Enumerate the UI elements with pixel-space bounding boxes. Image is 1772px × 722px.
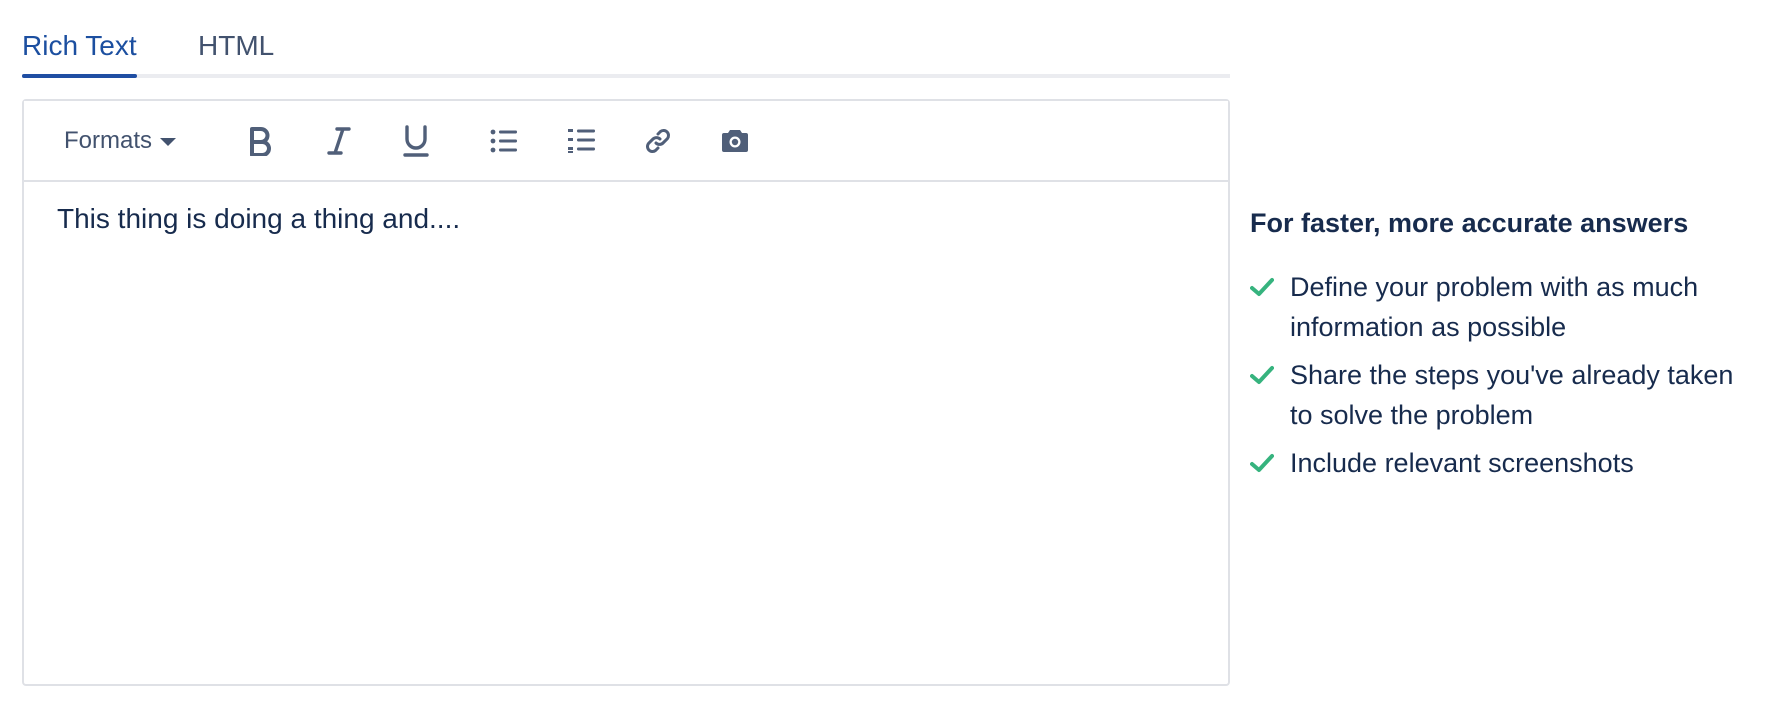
- bullet-list-button[interactable]: [482, 119, 526, 163]
- tip-item: Define your problem with as much informa…: [1250, 267, 1750, 347]
- tips-title: For faster, more accurate answers: [1250, 208, 1689, 238]
- bold-icon: [250, 127, 271, 156]
- check-icon: [1250, 278, 1274, 296]
- tip-item: Share the steps you've already taken to …: [1250, 355, 1750, 435]
- tips-panel: For faster, more accurate answers Define…: [1250, 205, 1750, 491]
- link-icon: [646, 129, 670, 153]
- editor-toolbar: Formats: [24, 101, 1228, 182]
- rich-text-editor: Formats This thing is doing a thing and.…: [22, 99, 1230, 686]
- tip-text: Share the steps you've already taken to …: [1290, 360, 1734, 430]
- tip-item: Include relevant screenshots: [1250, 443, 1750, 483]
- link-button[interactable]: [636, 119, 680, 163]
- image-button[interactable]: [713, 119, 757, 163]
- tab-html[interactable]: HTML: [198, 22, 274, 78]
- editor-tabs: Rich Text HTML: [22, 22, 1230, 78]
- formats-dropdown[interactable]: Formats: [64, 121, 177, 161]
- caret-down-icon: [160, 138, 177, 146]
- numbered-list-button[interactable]: [560, 119, 604, 163]
- underline-button[interactable]: [394, 119, 438, 163]
- bold-button[interactable]: [238, 119, 282, 163]
- formats-label: Formats: [64, 127, 153, 154]
- underline-icon: [403, 125, 429, 157]
- italic-icon: [327, 127, 351, 155]
- tip-text: Define your problem with as much informa…: [1290, 272, 1699, 342]
- bullet-list-icon: [490, 129, 517, 153]
- camera-icon: [722, 130, 748, 152]
- editor-page: Rich Text HTML Formats This thing is doi…: [0, 0, 1772, 722]
- check-icon: [1250, 366, 1274, 384]
- tab-rich-text[interactable]: Rich Text: [22, 22, 137, 78]
- editor-content[interactable]: This thing is doing a thing and....: [57, 201, 460, 237]
- check-icon: [1250, 454, 1274, 472]
- italic-button[interactable]: [317, 119, 361, 163]
- tip-text: Include relevant screenshots: [1290, 448, 1634, 478]
- numbered-list-icon: [568, 129, 595, 153]
